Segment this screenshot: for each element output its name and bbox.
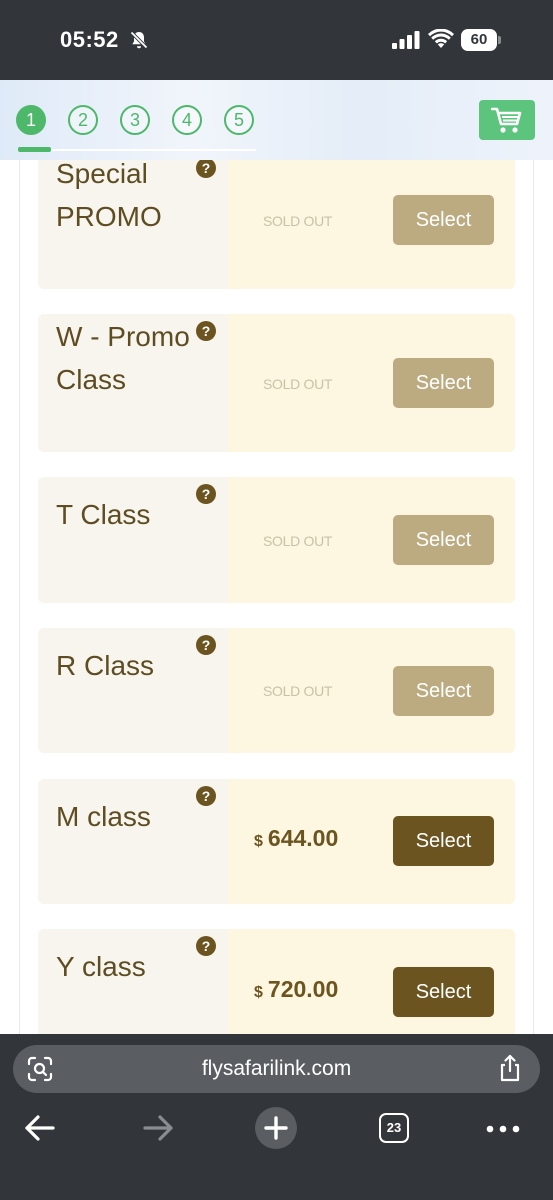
select-button[interactable]: Select [393,515,494,565]
select-button[interactable]: Select [393,195,494,245]
shopping-cart-icon [491,107,522,133]
status-bar: 05:52 60 [0,0,553,80]
help-icon[interactable]: ? [196,484,216,504]
fare-card: Special PROMO ? SOLD OUT Select [38,160,515,289]
fare-name: Special PROMO [56,160,162,238]
step-3[interactable]: 3 [120,105,150,135]
help-icon[interactable]: ? [196,321,216,341]
plus-icon [264,1116,288,1140]
select-button[interactable]: Select [393,358,494,408]
wifi-icon [428,29,454,48]
fare-name: R Class [56,644,154,687]
step-indicator: 1 2 3 4 5 [16,105,254,135]
fare-name-cell: T Class ? [38,477,228,603]
fare-name: Y class [56,945,146,988]
fare-price: $720.00 [254,976,338,1003]
back-arrow-icon[interactable] [24,1114,56,1142]
fare-card: Y class ? $720.00 Select [38,929,515,1034]
sold-out-label: SOLD OUT [263,683,333,699]
fare-name-cell: Y class ? [38,929,228,1034]
fare-price-cell: $644.00 Select [228,779,515,904]
tabs-button[interactable]: 23 [379,1113,409,1143]
fare-list: Special PROMO ? SOLD OUT Select W - Prom… [0,160,553,1034]
fare-name: W - Promo Class [56,315,190,401]
fare-card: R Class ? SOLD OUT Select [38,628,515,753]
battery-icon: 60 [461,29,501,51]
help-icon[interactable]: ? [196,635,216,655]
select-button[interactable]: Select [393,666,494,716]
browser-toolbar: flysafarilink.com 23 [0,1034,553,1200]
fare-name-cell: R Class ? [38,628,228,753]
fare-price-cell: SOLD OUT Select [228,160,515,289]
fare-price-cell: $720.00 Select [228,929,515,1034]
more-icon[interactable] [486,1124,520,1134]
fare-price: $644.00 [254,825,338,852]
fare-name-cell: M class ? [38,779,228,904]
fare-card: W - Promo Class ? SOLD OUT Select [38,314,515,452]
fare-name-line: Special [56,160,148,189]
fare-name-line: Y class [56,951,146,982]
currency-symbol: $ [254,833,263,850]
step-4[interactable]: 4 [172,105,202,135]
sold-out-label: SOLD OUT [263,213,333,229]
fare-name-cell: Special PROMO ? [38,160,228,289]
sold-out-label: SOLD OUT [263,376,333,392]
sold-out-label: SOLD OUT [263,533,333,549]
forward-arrow-icon[interactable] [142,1114,174,1142]
address-bar[interactable]: flysafarilink.com [13,1045,540,1093]
fare-price-cell: SOLD OUT Select [228,628,515,753]
step-5[interactable]: 5 [224,105,254,135]
step-progress-track [18,149,256,151]
price-amount: 644.00 [267,825,339,851]
help-icon[interactable]: ? [196,160,216,178]
currency-symbol: $ [254,984,263,1001]
fare-name-line: PROMO [56,201,162,232]
fare-name: T Class [56,493,150,536]
booking-header: 1 2 3 4 5 [0,80,553,160]
select-button[interactable]: Select [393,816,494,866]
fare-card: T Class ? SOLD OUT Select [38,477,515,603]
fare-name-line: T Class [56,499,151,530]
bell-slash-icon [129,30,149,50]
price-amount: 720.00 [267,976,339,1002]
fare-name-line: R Class [56,650,155,681]
fare-name-line: M class [56,801,151,832]
select-button[interactable]: Select [393,967,494,1017]
fare-price-cell: SOLD OUT Select [228,314,515,452]
share-icon[interactable] [497,1054,523,1082]
help-icon[interactable]: ? [196,786,216,806]
fare-price-cell: SOLD OUT Select [228,477,515,603]
battery-nub [498,36,501,44]
cart-button[interactable] [479,100,535,140]
fare-name-line: W - Promo [56,321,190,352]
status-time: 05:52 [60,27,119,52]
step-progress-indicator [18,147,51,152]
signal-icon [392,31,420,49]
battery-level: 60 [461,29,497,51]
fare-name-cell: W - Promo Class ? [38,314,228,452]
url-text: flysafarilink.com [201,1057,352,1080]
new-tab-button[interactable] [255,1107,297,1149]
step-2[interactable]: 2 [68,105,98,135]
fare-name: M class [56,795,151,838]
fare-name-line: Class [56,364,127,395]
step-1[interactable]: 1 [16,105,46,135]
help-icon[interactable]: ? [196,936,216,956]
fare-card: M class ? $644.00 Select [38,779,515,904]
